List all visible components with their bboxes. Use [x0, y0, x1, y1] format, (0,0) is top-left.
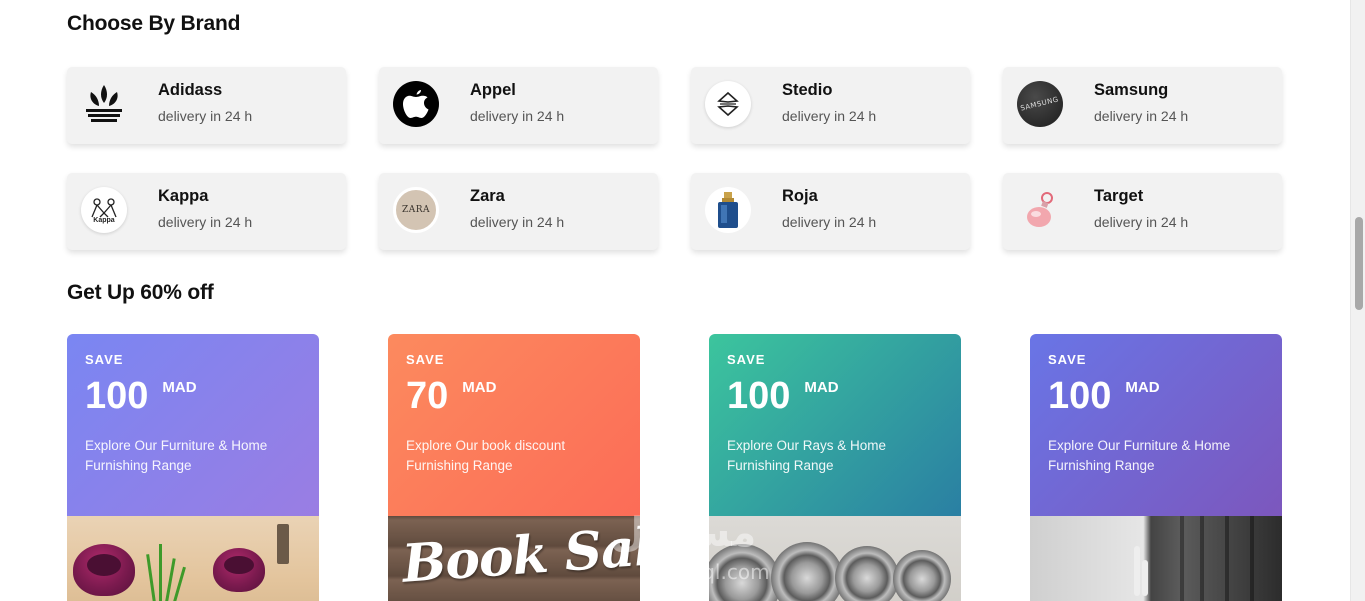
stedio-logo-icon — [705, 81, 751, 127]
offer-card-furniture[interactable]: SAVE 100 MAD Explore Our Furniture & Hom… — [67, 334, 319, 601]
offer-row: SAVE 100 MAD Explore Our Furniture & Hom… — [67, 334, 1282, 601]
interior-room-image — [1030, 516, 1282, 601]
brand-delivery: delivery in 24 h — [158, 214, 253, 230]
offer-description: Explore Our Furniture & Home Furnishing … — [1048, 438, 1231, 473]
book-sale-image: Book Sale — [388, 516, 640, 601]
perfume-bottle-icon — [705, 187, 751, 233]
brand-delivery: delivery in 24 h — [470, 214, 565, 230]
save-label: SAVE — [727, 352, 766, 367]
page: Choose By Brand Adidass delivery in 24 h — [0, 0, 1365, 601]
brand-delivery: delivery in 24 h — [470, 108, 565, 124]
brand-name: Target — [1094, 187, 1144, 205]
offer-card-books[interactable]: SAVE 70 MAD Explore Our book discount Fu… — [388, 334, 640, 601]
perfume-bottle-icon — [1017, 187, 1063, 233]
brand-card-zara[interactable]: ZARA Zara delivery in 24 h — [379, 173, 658, 250]
brand-card-kappa[interactable]: Kappa Kappa delivery in 24 h — [67, 173, 346, 250]
offer-card-rims[interactable]: SAVE 100 MAD Explore Our Rays & Home Fur… — [709, 334, 961, 601]
brand-name: Zara — [470, 187, 505, 205]
offer-currency: MAD — [162, 379, 197, 396]
save-label: SAVE — [406, 352, 445, 367]
offer-amount: 100 — [85, 375, 149, 417]
offer-amount: 100 — [727, 375, 791, 417]
brand-card-samsung[interactable]: SAMSUNG Samsung delivery in 24 h — [1003, 67, 1282, 144]
offer-amount: 70 — [406, 375, 449, 417]
brand-card-roja[interactable]: Roja delivery in 24 h — [691, 173, 970, 250]
brand-card-stedio[interactable]: Stedio delivery in 24 h — [691, 67, 970, 144]
brand-delivery: delivery in 24 h — [782, 214, 877, 230]
samsung-logo-icon: SAMSUNG — [1017, 81, 1063, 127]
furniture-chairs-image — [67, 516, 319, 601]
brand-delivery: delivery in 24 h — [782, 108, 877, 124]
brand-name: Samsung — [1094, 81, 1169, 99]
offer-description: Explore Our book discount Furnishing Ran… — [406, 438, 566, 473]
brand-delivery: delivery in 24 h — [1094, 108, 1189, 124]
brand-name: Adidass — [158, 81, 223, 99]
offer-currency: MAD — [462, 379, 497, 396]
page-scrollbar[interactable] — [1350, 0, 1365, 601]
save-label: SAVE — [85, 352, 124, 367]
brand-name: Kappa — [158, 187, 209, 205]
brand-card-adidass[interactable]: Adidass delivery in 24 h — [67, 67, 346, 144]
brand-name: Roja — [782, 187, 818, 205]
zara-logo-icon: ZARA — [393, 187, 439, 233]
offer-currency: MAD — [1125, 379, 1160, 396]
kappa-logo-icon: Kappa — [81, 187, 127, 233]
offer-description: Explore Our Furniture & Home Furnishing … — [85, 438, 268, 473]
book-sale-text: Book Sale — [400, 516, 640, 595]
adidas-logo-icon — [81, 81, 127, 127]
brand-delivery: delivery in 24 h — [1094, 214, 1189, 230]
brand-grid: Adidass delivery in 24 h Appel delivery … — [67, 67, 1282, 250]
brands-section-title: Choose By Brand — [67, 12, 241, 35]
offers-section-title: Get Up 60% off — [67, 281, 214, 304]
apple-logo-icon — [393, 81, 439, 127]
scrollbar-thumb[interactable] — [1355, 217, 1363, 310]
offer-description: Explore Our Rays & Home Furnishing Range — [727, 438, 887, 473]
brand-card-appel[interactable]: Appel delivery in 24 h — [379, 67, 658, 144]
offer-card-interior[interactable]: SAVE 100 MAD Explore Our Furniture & Hom… — [1030, 334, 1282, 601]
brand-name: Stedio — [782, 81, 833, 99]
brand-card-target[interactable]: Target delivery in 24 h — [1003, 173, 1282, 250]
offer-amount: 100 — [1048, 375, 1112, 417]
offer-currency: MAD — [804, 379, 839, 396]
brand-delivery: delivery in 24 h — [158, 108, 253, 124]
brand-name: Appel — [470, 81, 516, 99]
save-label: SAVE — [1048, 352, 1087, 367]
car-rims-image — [709, 516, 961, 601]
